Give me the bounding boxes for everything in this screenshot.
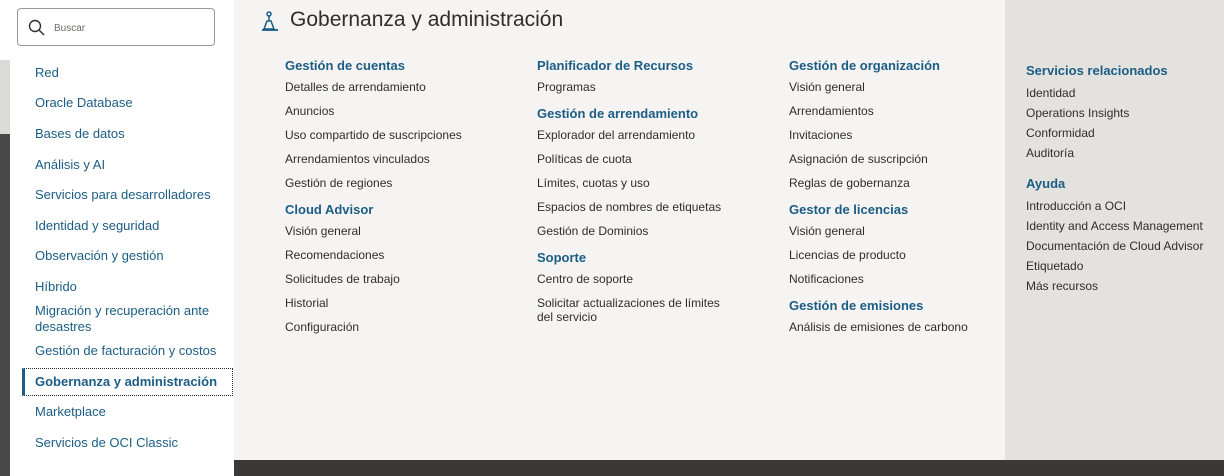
- section-gestor-licencias: Gestor de licencias: [789, 202, 909, 217]
- link-ca-vision-general[interactable]: Visión general: [285, 224, 462, 238]
- link-conformidad[interactable]: Conformidad: [1026, 126, 1203, 140]
- link-arrendamientos[interactable]: Arrendamientos: [789, 104, 968, 118]
- link-operations-insights[interactable]: Operations Insights: [1026, 106, 1203, 120]
- link-configuracion[interactable]: Configuración: [285, 320, 462, 334]
- sidebar-item-hibrido[interactable]: Híbrido: [22, 279, 233, 295]
- page-title: Gobernanza y administración: [290, 8, 564, 31]
- column-3: Gestión de organización Visión general A…: [789, 58, 968, 344]
- column-2: Planificador de Recursos Programas Gesti…: [537, 58, 737, 334]
- sidebar-item-observacion-gestion[interactable]: Observación y gestión: [22, 248, 233, 264]
- link-solicitar-limites[interactable]: Solicitar actualizaciones de límites del…: [537, 296, 737, 324]
- sidebar-edge-dark: [0, 134, 10, 476]
- sidebar-item-gobernanza[interactable]: Gobernanza y administración: [22, 368, 233, 396]
- link-etiquetado[interactable]: Etiquetado: [1026, 259, 1203, 273]
- link-programas[interactable]: Programas: [537, 80, 737, 94]
- link-mas-recursos[interactable]: Más recursos: [1026, 279, 1203, 293]
- link-arrendamientos-vinculados[interactable]: Arrendamientos vinculados: [285, 152, 462, 166]
- link-politicas-cuota[interactable]: Políticas de cuota: [537, 152, 737, 166]
- link-centro-soporte[interactable]: Centro de soporte: [537, 272, 737, 286]
- link-historial[interactable]: Historial: [285, 296, 462, 310]
- section-soporte: Soporte: [537, 250, 587, 265]
- section-planificador: Planificador de Recursos: [537, 58, 694, 73]
- link-notificaciones[interactable]: Notificaciones: [789, 272, 968, 286]
- sidebar-item-oracle-database[interactable]: Oracle Database: [22, 95, 233, 111]
- sidebar-item-oci-classic[interactable]: Servicios de OCI Classic: [22, 435, 233, 451]
- governance-icon: [262, 11, 278, 31]
- link-licencias-producto[interactable]: Licencias de producto: [789, 248, 968, 262]
- sidebar-item-migracion[interactable]: Migración y recuperación ante desastres: [22, 303, 212, 335]
- link-identidad[interactable]: Identidad: [1026, 86, 1203, 100]
- related-panel: Servicios relacionados Identidad Operati…: [1005, 0, 1224, 460]
- section-gestion-organizacion: Gestión de organización: [789, 58, 940, 73]
- link-uso-compartido[interactable]: Uso compartido de suscripciones: [285, 128, 462, 142]
- section-gestion-arrendamiento: Gestión de arrendamiento: [537, 106, 699, 121]
- link-asignacion-suscripcion[interactable]: Asignación de suscripción: [789, 152, 968, 166]
- search-placeholder: Buscar: [54, 23, 86, 34]
- link-reglas-gobernanza[interactable]: Reglas de gobernanza: [789, 176, 968, 190]
- link-limites-cuotas[interactable]: Límites, cuotas y uso: [537, 176, 737, 190]
- link-iam[interactable]: Identity and Access Management: [1026, 219, 1203, 233]
- link-recomendaciones[interactable]: Recomendaciones: [285, 248, 462, 262]
- link-explorador-arrendamiento[interactable]: Explorador del arrendamiento: [537, 128, 737, 142]
- sidebar-item-analisis-ai[interactable]: Análisis y AI: [22, 157, 233, 173]
- sidebar-item-identidad-seguridad[interactable]: Identidad y seguridad: [22, 218, 233, 234]
- link-org-vision-general[interactable]: Visión general: [789, 80, 968, 94]
- link-gestion-dominios[interactable]: Gestión de Dominios: [537, 224, 737, 238]
- link-gestion-regiones[interactable]: Gestión de regiones: [285, 176, 462, 190]
- section-gestion-cuentas: Gestión de cuentas: [285, 58, 405, 73]
- sidebar-item-servicios-desarrolladores[interactable]: Servicios para desarrolladores: [22, 187, 233, 203]
- column-1: Gestión de cuentas Detalles de arrendami…: [285, 58, 462, 344]
- sidebar-item-marketplace[interactable]: Marketplace: [22, 404, 233, 420]
- link-lic-vision-general[interactable]: Visión general: [789, 224, 968, 238]
- link-espacios-etiquetas[interactable]: Espacios de nombres de etiquetas: [537, 200, 737, 214]
- link-anuncios[interactable]: Anuncios: [285, 104, 462, 118]
- sidebar-edge-light: [0, 60, 10, 134]
- link-analisis-emisiones[interactable]: Análisis de emisiones de carbono: [789, 320, 968, 334]
- sidebar: Buscar Red Oracle Database Bases de dato…: [0, 0, 234, 476]
- search-input[interactable]: Buscar: [17, 8, 215, 46]
- sidebar-item-bases-de-datos[interactable]: Bases de datos: [22, 126, 233, 142]
- link-introduccion-oci[interactable]: Introducción a OCI: [1026, 199, 1203, 213]
- section-servicios-relacionados: Servicios relacionados: [1026, 63, 1168, 78]
- sidebar-item-facturacion[interactable]: Gestión de facturación y costos: [22, 343, 233, 359]
- link-invitaciones[interactable]: Invitaciones: [789, 128, 968, 142]
- section-ayuda: Ayuda: [1026, 176, 1066, 191]
- search-icon: [28, 19, 45, 36]
- link-detalles-arrendamiento[interactable]: Detalles de arrendamiento: [285, 80, 462, 94]
- section-gestion-emisiones: Gestión de emisiones: [789, 298, 924, 313]
- section-cloud-advisor: Cloud Advisor: [285, 202, 374, 217]
- link-auditoria[interactable]: Auditoría: [1026, 146, 1203, 160]
- link-doc-cloud-advisor[interactable]: Documentación de Cloud Advisor: [1026, 239, 1203, 253]
- footer-bar: [234, 460, 1224, 476]
- sidebar-item-red[interactable]: Red: [22, 65, 233, 81]
- link-solicitudes-trabajo[interactable]: Solicitudes de trabajo: [285, 272, 462, 286]
